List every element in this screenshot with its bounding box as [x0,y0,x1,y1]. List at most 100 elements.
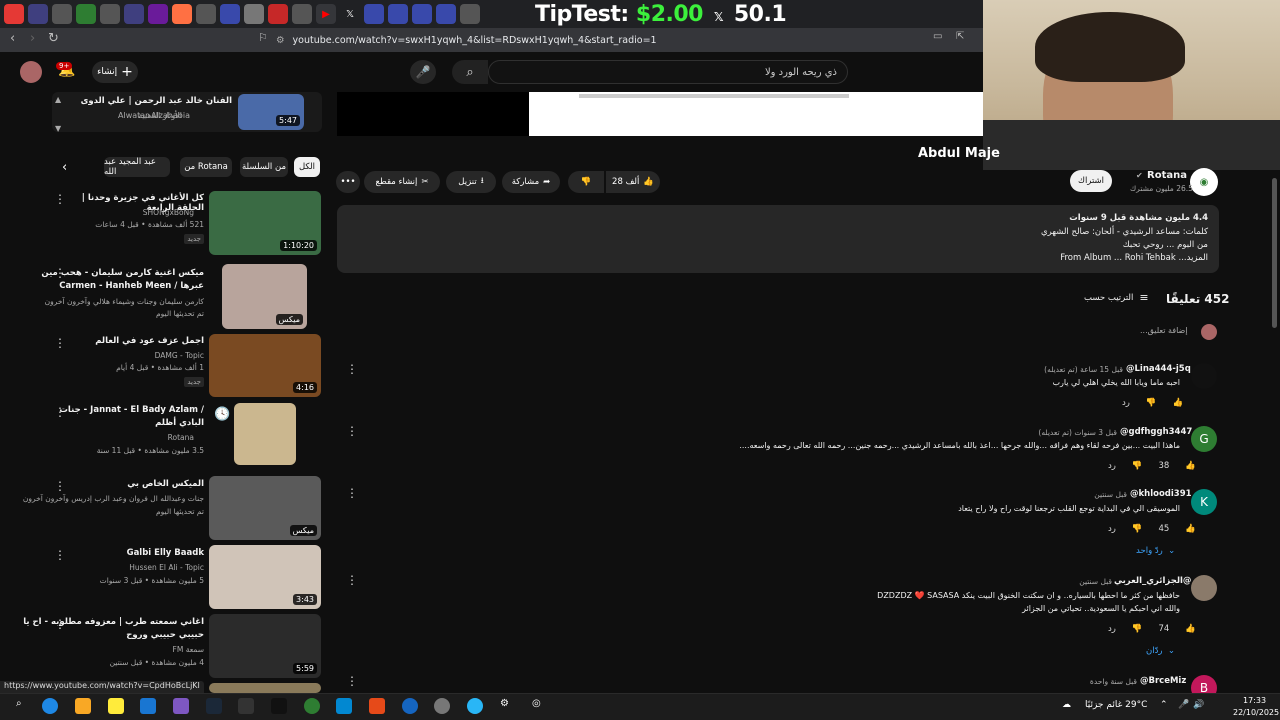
scroll-up-icon[interactable]: ▲ [55,95,61,104]
more-actions-button[interactable]: ••• [336,171,360,193]
url-field[interactable]: ⚙ youtube.com/watch?v=swxH1yqwh_4&list=R… [276,31,976,49]
tab-icon[interactable] [148,4,168,24]
description-line[interactable]: From Album ... Rohi Tehbak ...المزيد [1060,253,1208,263]
chip-abdulmajeed[interactable]: عبد المجيد عبد الله [104,157,170,177]
more-icon[interactable]: ⋮ [54,548,66,562]
discord-icon[interactable] [173,698,189,714]
app-icon[interactable] [336,698,352,714]
comment-author[interactable]: @Lina444-j5q [1126,364,1191,374]
thumbs-up-icon[interactable]: 👍 [1185,461,1196,471]
thumbs-down-icon[interactable]: 👎 [1132,524,1143,534]
video-thumbnail[interactable]: 4:16 [209,334,321,397]
comment-author[interactable]: @الجزائري_العربي [1114,576,1191,586]
video-thumbnail[interactable]: ميكس [222,264,307,329]
search-input[interactable]: ذي ريحه الورد ولا [488,60,848,84]
outlook-icon[interactable] [140,698,156,714]
tab-icon[interactable] [172,4,192,24]
reload-icon[interactable]: ↻ [48,31,59,46]
tab-icon[interactable] [28,4,48,24]
tab-icon[interactable] [100,4,120,24]
thumbs-down-icon[interactable]: 👎 [1132,624,1143,634]
thumbs-down-icon[interactable]: 👎 [1146,398,1157,408]
back-icon[interactable]: ‹ [10,31,15,46]
scroll-down-icon[interactable]: ▼ [55,124,61,133]
thumbs-up-icon[interactable]: 👍 [1185,524,1196,534]
bookmark-icon[interactable]: ⚐ [258,31,268,44]
site-info-icon[interactable]: ⚙ [276,35,285,46]
epic-icon[interactable] [238,698,254,714]
tab-youtube-icon[interactable]: ▶ [316,4,336,24]
steam-icon[interactable] [206,698,222,714]
app-icon[interactable] [271,698,287,714]
channel-name[interactable]: Hussen El Ali - Topic [129,563,204,572]
reply-button[interactable]: رد [1108,524,1116,534]
tab-icon[interactable] [460,4,480,24]
windows-icon[interactable] [42,698,58,714]
share-page-icon[interactable]: ⇱ [956,31,964,42]
more-icon[interactable]: ⋮ [346,573,358,587]
video-thumbnail[interactable] [209,683,321,693]
channel-name[interactable]: سمعة FM [173,645,204,654]
tab-icon[interactable] [220,4,240,24]
comment-author[interactable]: @BrceMiz [1140,676,1186,686]
channel-avatar[interactable]: ◉ [1190,168,1218,196]
download-button[interactable]: تنزيل ⭳ [446,171,496,193]
channel-name[interactable]: DAMG - Topic [155,351,204,360]
now-playing-title[interactable]: الفنان خالد عبد الرحمن | علي الدوى [81,96,232,106]
mic-icon[interactable]: 🎤 [1178,700,1189,710]
reply-button[interactable]: رد [1108,624,1116,634]
tab-icon[interactable] [196,4,216,24]
more-icon[interactable]: ⋮ [346,362,358,376]
video-title[interactable]: اغاني سمعته طرب | معزوفه مطلوبه - اح يا [23,617,204,627]
xbox-icon[interactable] [304,698,320,714]
volume-icon[interactable]: 🔊 [1193,700,1204,710]
more-icon[interactable]: ⋮ [54,336,66,350]
video-title[interactable]: الميكس الخاص بي [127,479,204,489]
reply-button[interactable]: رد [1108,461,1116,471]
app-icon[interactable] [434,698,450,714]
more-icon[interactable]: ⋮ [54,266,66,280]
search-icon[interactable]: ⌕ [452,60,488,84]
gear-icon[interactable]: ⚙ [500,698,516,714]
mic-icon[interactable]: 🎤 [410,60,436,84]
sort-button[interactable]: الترتيب حسب ≡ [1084,291,1149,304]
channel-name[interactable]: Rotana [168,433,194,442]
scrollbar[interactable] [1272,178,1277,328]
video-title-line2[interactable]: حبيبي حبيبي وروح [126,630,204,640]
view-replies-button[interactable]: ردّان ⌄ [1146,646,1175,656]
tab-icon[interactable] [124,4,144,24]
subscribe-button[interactable]: اشتراك [1070,170,1112,192]
video-title[interactable]: Galbi Elly Baadk [127,548,204,558]
avatar[interactable] [20,61,42,83]
tab-icon[interactable] [412,4,432,24]
app-icon[interactable] [402,698,418,714]
chevron-up-icon[interactable]: ⌃ [1160,700,1168,710]
video-thumbnail[interactable]: 3:43 [209,545,321,609]
video-player[interactable] [337,92,983,136]
video-thumbnail[interactable]: 1:10:20 [209,191,321,255]
video-thumbnail[interactable]: 5:59 [209,614,321,678]
tab-icon[interactable] [76,4,96,24]
tab-icon[interactable] [268,4,288,24]
like-button[interactable]: 28 ألف 👍 [606,171,660,193]
avatar[interactable]: K [1191,489,1217,515]
tab-icon[interactable] [244,4,264,24]
add-comment-input[interactable]: إضافة تعليق... [1140,326,1188,335]
more-icon[interactable]: ⋮ [54,192,66,206]
more-icon[interactable]: ⋮ [54,479,66,493]
tab-icon[interactable] [388,4,408,24]
channel-name[interactable]: Rotana [1147,170,1187,181]
dislike-button[interactable]: 👎 [568,171,604,193]
chip-rotana[interactable]: من Rotana [180,157,232,177]
video-thumbnail[interactable]: ميكس [209,476,321,540]
channel-name[interactable]: SHONgxBoNg [143,208,194,217]
telegram-icon[interactable] [467,698,483,714]
video-thumbnail[interactable] [234,403,296,465]
now-playing-thumbnail[interactable]: 5:47 [238,94,304,130]
avatar[interactable] [1191,363,1217,389]
brave-icon[interactable] [369,698,385,714]
more-icon[interactable]: ⋮ [54,617,66,631]
clip-button[interactable]: إنشاء مقطع ✂ [364,171,440,193]
thumbs-down-icon[interactable]: 👎 [1132,461,1143,471]
forward-icon[interactable]: › [30,31,35,46]
